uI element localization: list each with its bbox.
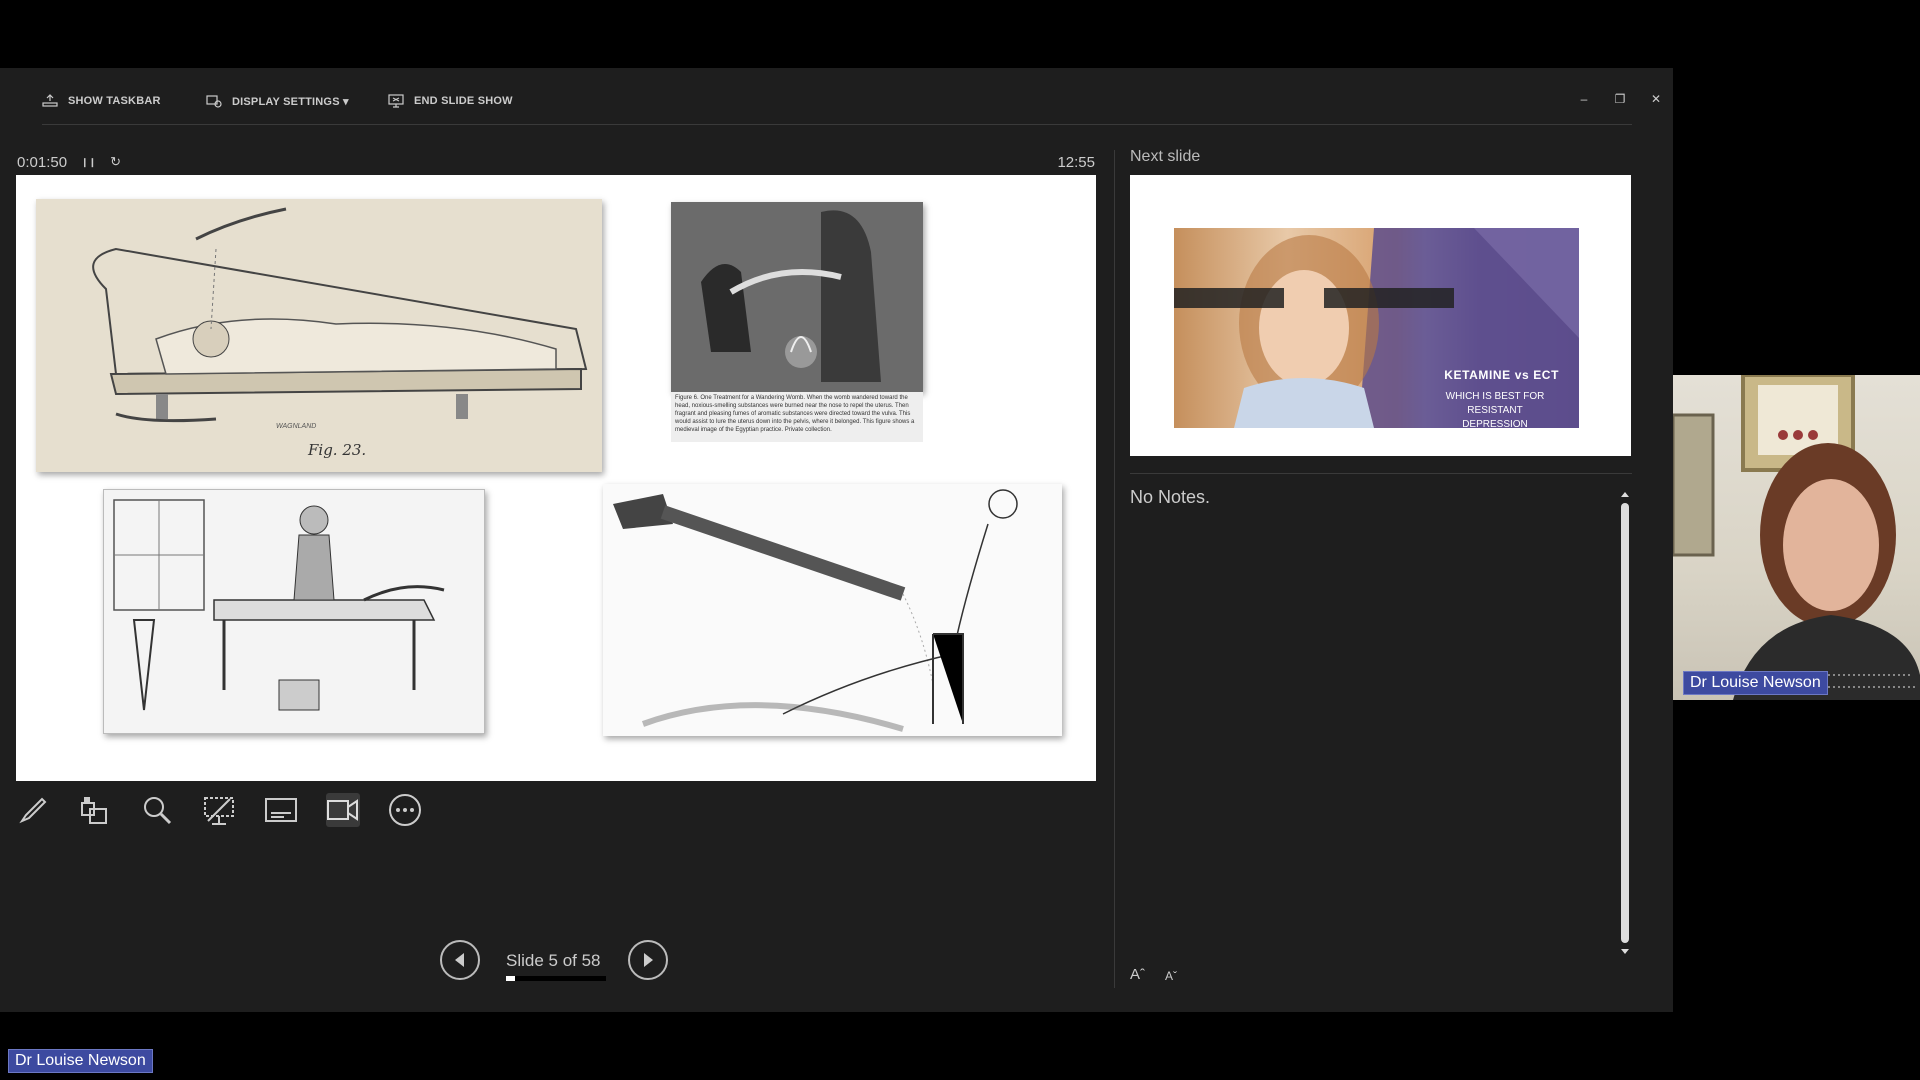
pen-tool-button[interactable] <box>16 793 50 827</box>
pause-timer-button[interactable]: ❙❙ <box>81 157 96 168</box>
restart-timer-button[interactable]: ↻ <box>110 154 121 170</box>
slide-engraving-examination-table <box>103 489 485 734</box>
current-time: 12:55 <box>1057 153 1095 171</box>
display-settings-label: DISPLAY SETTINGS ▾ <box>232 95 349 108</box>
next-slide-subtitle: WHICH IS BEST FOR RESISTANT DEPRESSION <box>1445 391 1545 428</box>
next-slide-button[interactable] <box>628 940 668 980</box>
notes-font-controls: Aˆ Aˇ <box>1130 966 1177 983</box>
display-settings-button[interactable]: DISPLAY SETTINGS ▾ <box>206 86 349 116</box>
see-all-slides-icon <box>204 797 234 825</box>
scroll-down-icon[interactable] <box>1618 947 1632 957</box>
see-all-slides-button[interactable] <box>202 793 236 827</box>
show-taskbar-button[interactable]: SHOW TASKBAR <box>42 86 161 116</box>
engraver-signature: WAGNLAND <box>276 423 317 430</box>
previous-slide-button[interactable] <box>440 940 480 980</box>
presenter-tools <box>16 790 436 830</box>
scroll-thumb[interactable] <box>1621 503 1629 943</box>
video-name-tag: Dr Louise Newson <box>1683 671 1828 695</box>
previous-arrow-icon <box>455 953 464 967</box>
panel-divider <box>1114 150 1115 988</box>
restore-button[interactable]: ❐ <box>1608 90 1632 108</box>
notes-divider <box>1130 473 1632 474</box>
subtitles-button[interactable] <box>264 793 298 827</box>
timer-row: 0:01:50 ❙❙ ↻ 12:55 <box>17 150 1095 174</box>
subtitles-icon <box>265 798 297 822</box>
elapsed-timer: 0:01:50 <box>17 153 68 171</box>
medieval-image-caption: Figure 6. One Treatment for a Wandering … <box>671 392 923 442</box>
end-show-icon <box>388 94 404 108</box>
presenter-toolbar: SHOW TASKBAR DISPLAY SETTINGS ▾ END SLID… <box>42 86 1661 125</box>
laser-pointer-button[interactable] <box>78 793 112 827</box>
next-slide-image: KETAMINE vs ECT WHICH IS BEST FOR RESIST… <box>1174 228 1579 428</box>
slide-counter: Slide 5 of 58 <box>506 951 601 970</box>
scroll-up-icon[interactable] <box>1618 489 1632 499</box>
notes-scrollbar[interactable] <box>1618 489 1632 957</box>
slide-navigation: Slide 5 of 58 <box>440 940 680 986</box>
participant-video: Dr Louise Newson <box>1673 375 1920 700</box>
display-settings-icon <box>206 95 222 108</box>
taskbar-icon <box>42 94 58 107</box>
more-options-icon <box>389 794 421 826</box>
slide-engraving-fainting-couch: Fig. 23. WAGNLAND <box>36 199 602 472</box>
increase-font-button[interactable]: Aˆ <box>1130 966 1145 983</box>
decrease-font-button[interactable]: Aˇ <box>1165 969 1177 983</box>
end-slide-show-label: END SLIDE SHOW <box>414 95 513 107</box>
show-taskbar-label: SHOW TASKBAR <box>68 95 161 107</box>
next-slide-title: KETAMINE vs ECT <box>1444 368 1559 382</box>
presenter-view: SHOW TASKBAR DISPLAY SETTINGS ▾ END SLID… <box>0 68 1673 1012</box>
speaker-video-frame <box>1673 375 1920 700</box>
minimize-button[interactable]: – <box>1572 90 1596 108</box>
zoom-button[interactable] <box>140 793 174 827</box>
more-options-button[interactable] <box>388 793 422 827</box>
participant-name-tag: Dr Louise Newson <box>8 1049 153 1073</box>
next-slide-thumbnail[interactable]: KETAMINE vs ECT WHICH IS BEST FOR RESIST… <box>1130 175 1631 456</box>
slide-progress-bar <box>506 976 606 981</box>
douche-treatment-illustration <box>613 489 1018 732</box>
next-arrow-icon <box>644 953 653 967</box>
zoom-icon <box>144 797 172 825</box>
camera-icon <box>327 799 358 821</box>
pen-icon <box>19 797 47 824</box>
current-slide: Fig. 23. WAGNLAND Figure 6. One Treatmen… <box>16 175 1096 781</box>
speaker-notes: No Notes. <box>1130 487 1211 507</box>
next-slide-label: Next slide <box>1130 148 1201 165</box>
camera-button[interactable] <box>326 793 360 827</box>
examination-table-illustration <box>113 499 445 711</box>
fig-label: Fig. 23. <box>308 441 367 459</box>
engraving-couch-illustration <box>92 207 588 423</box>
slide-progress-fill <box>506 976 515 981</box>
laser-pointer-icon <box>81 797 107 824</box>
close-button[interactable]: ✕ <box>1644 90 1668 108</box>
end-slide-show-button[interactable]: END SLIDE SHOW <box>388 86 513 116</box>
slide-medieval-treatment-image <box>671 202 923 392</box>
medieval-treatment-illustration <box>671 202 923 392</box>
slide-engraving-douche-treatment <box>603 484 1062 736</box>
